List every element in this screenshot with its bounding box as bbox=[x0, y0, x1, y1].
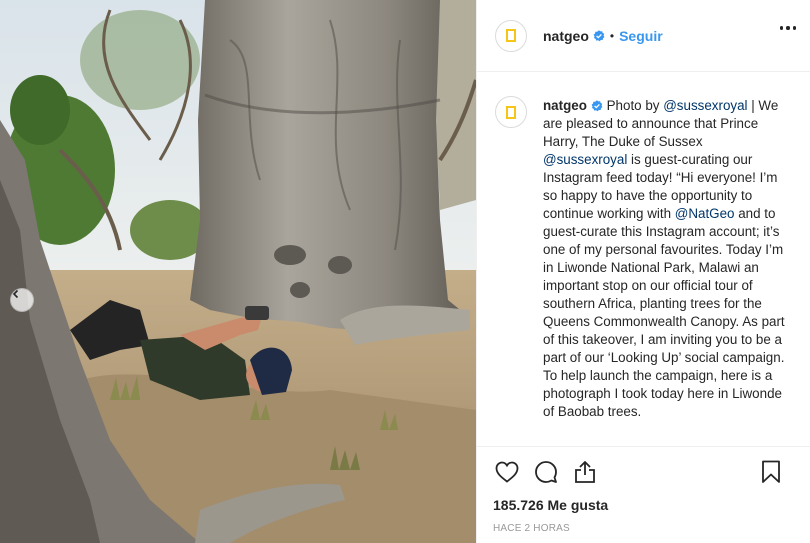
bookmark-icon bbox=[762, 460, 780, 483]
caption-avatar[interactable] bbox=[495, 96, 527, 128]
post-actions: 185.726 Me gusta Hace 2 horas bbox=[477, 446, 810, 543]
caption-seg-6: and to guest-curate this Instagram accou… bbox=[543, 206, 785, 419]
heart-icon bbox=[495, 461, 519, 483]
post-side-panel: natgeo • Seguir natgeo Photo by @sussexr… bbox=[476, 0, 810, 543]
carousel-prev-button[interactable] bbox=[10, 288, 34, 312]
post-header: natgeo • Seguir bbox=[477, 0, 810, 72]
username-link[interactable]: natgeo bbox=[543, 28, 589, 44]
comment-button[interactable] bbox=[532, 458, 560, 486]
natgeo-logo bbox=[506, 105, 516, 119]
more-options-icon[interactable] bbox=[779, 26, 796, 30]
baobab-photo-illustration bbox=[0, 0, 476, 543]
natgeo-logo bbox=[506, 29, 516, 42]
like-button[interactable] bbox=[493, 458, 521, 486]
avatar[interactable] bbox=[495, 19, 527, 52]
share-icon bbox=[575, 461, 595, 483]
share-button[interactable] bbox=[571, 458, 599, 486]
verified-badge-icon bbox=[593, 29, 605, 41]
follow-button[interactable]: Seguir bbox=[619, 28, 663, 44]
post-timestamp[interactable]: Hace 2 horas bbox=[493, 523, 796, 534]
separator-dot: • bbox=[609, 28, 615, 43]
caption-row: natgeo Photo by @sussexroyal | We are pl… bbox=[495, 96, 794, 421]
caption-text: natgeo Photo by @sussexroyal | We are pl… bbox=[543, 97, 786, 421]
caption-section: natgeo Photo by @sussexroyal | We are pl… bbox=[477, 72, 810, 446]
save-button[interactable] bbox=[757, 458, 785, 486]
post-photo[interactable] bbox=[0, 0, 476, 543]
caption-seg-0: Photo by bbox=[602, 98, 664, 113]
chevron-left-icon bbox=[12, 289, 19, 299]
action-icons bbox=[493, 447, 796, 497]
verified-badge-icon bbox=[591, 100, 603, 112]
mention-link[interactable]: @sussexroyal bbox=[543, 152, 627, 167]
likes-count[interactable]: 185.726 Me gusta bbox=[493, 497, 796, 513]
mention-link[interactable]: @NatGeo bbox=[675, 206, 735, 221]
caption-username-link[interactable]: natgeo bbox=[543, 98, 587, 113]
comment-icon bbox=[535, 461, 557, 483]
mention-link[interactable]: @sussexroyal bbox=[663, 98, 747, 113]
